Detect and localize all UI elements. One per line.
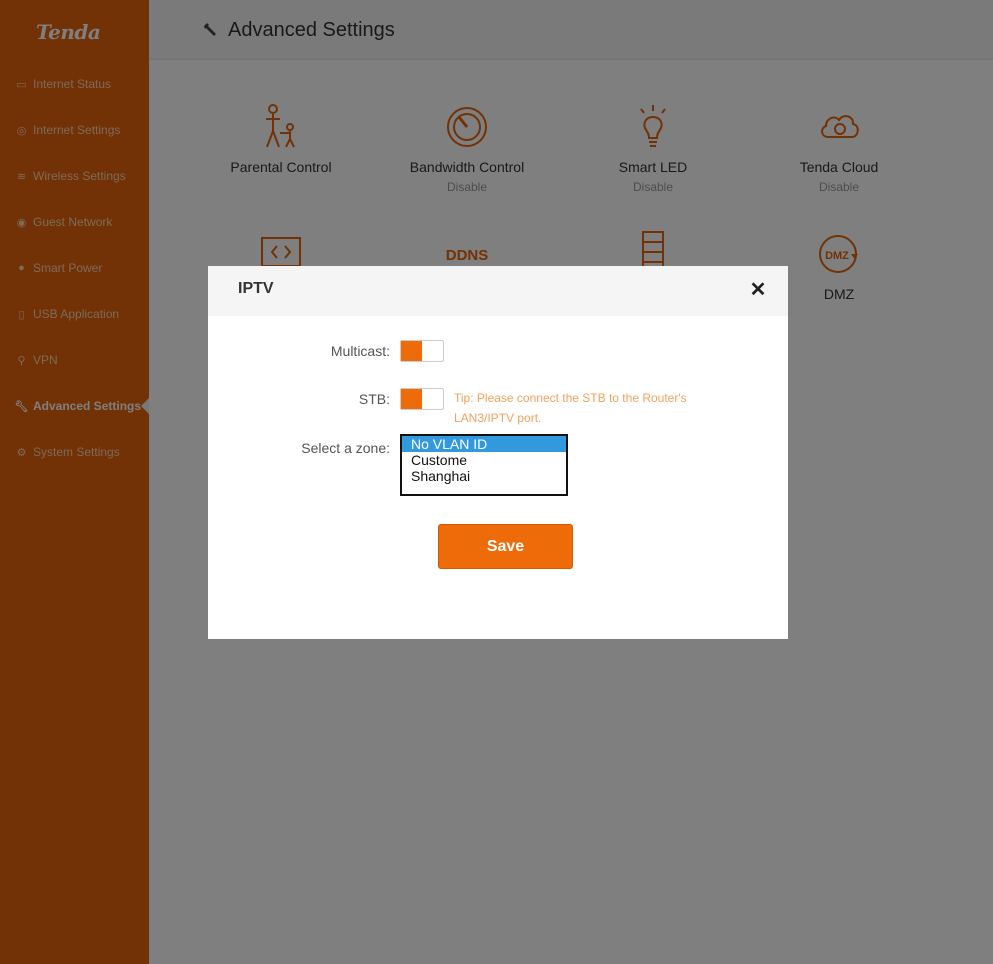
dialog-title: IPTV [238, 280, 274, 297]
toggle-on-indicator [401, 341, 422, 361]
iptv-dialog: IPTV ✕ Multicast: STB: Tip: Please conne… [208, 266, 788, 639]
dialog-header: IPTV ✕ [208, 266, 788, 316]
multicast-label: Multicast: [330, 343, 390, 359]
save-button[interactable]: Save [438, 524, 573, 569]
stb-tip: Tip: Please connect the STB to the Route… [454, 391, 687, 425]
zone-option-custome[interactable]: Custome [402, 452, 566, 468]
toggle-on-indicator [401, 389, 422, 409]
zone-option-no-vlan-id[interactable]: No VLAN ID [402, 436, 566, 452]
stb-toggle[interactable] [400, 388, 444, 410]
close-icon[interactable]: ✕ [748, 280, 768, 300]
zone-select[interactable]: No VLAN ID Custome Shanghai [400, 434, 568, 496]
zone-option-shanghai[interactable]: Shanghai [402, 468, 566, 484]
zone-label: Select a zone: [301, 440, 390, 456]
stb-label: STB: [358, 391, 390, 407]
multicast-toggle[interactable] [400, 340, 444, 362]
